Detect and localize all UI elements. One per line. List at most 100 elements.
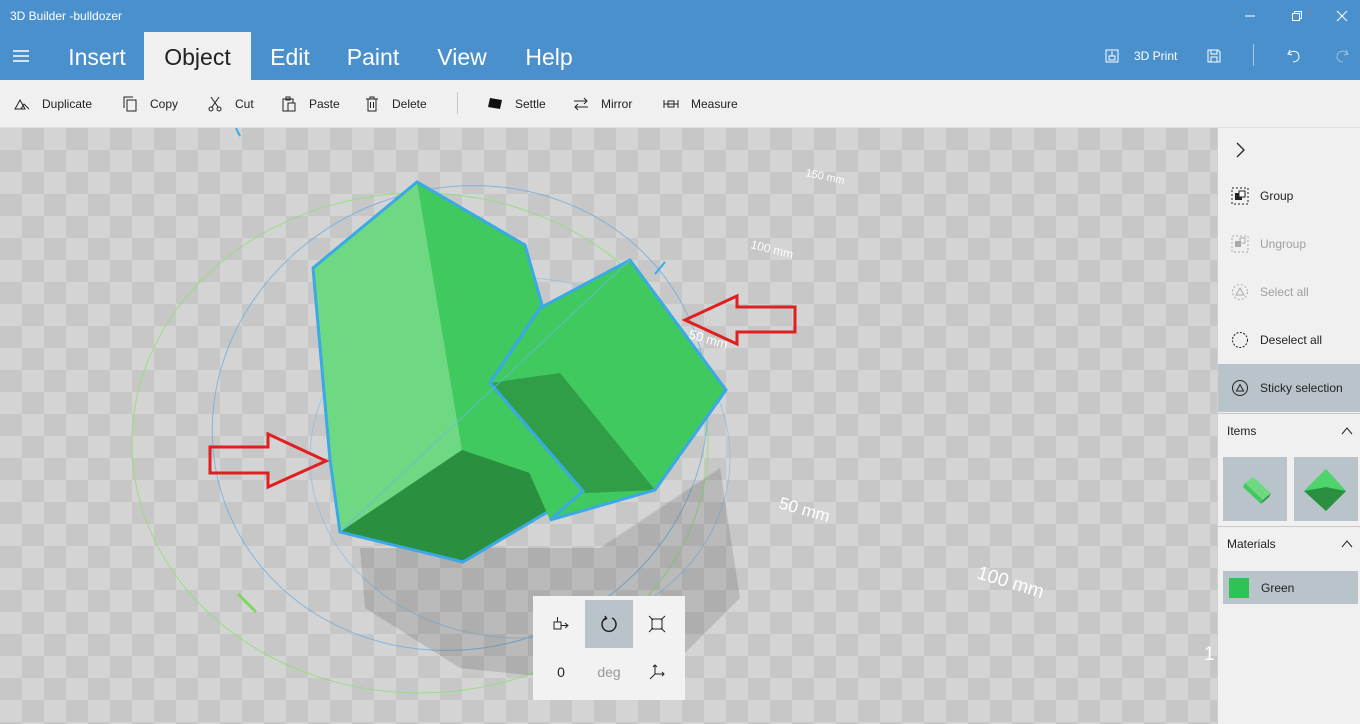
items-title: Items <box>1227 424 1257 438</box>
measure-label: Measure <box>691 97 738 111</box>
delete-button[interactable]: Delete <box>364 80 427 128</box>
undo-icon <box>1287 49 1300 63</box>
duplicate-button[interactable]: Duplicate <box>14 80 92 128</box>
green-axis-handle[interactable] <box>236 592 258 614</box>
item-thumbnail-box[interactable] <box>1223 457 1287 521</box>
ungroup-icon <box>1231 235 1249 253</box>
select-all-button[interactable]: Select all <box>1218 268 1360 316</box>
cut-button[interactable]: Cut <box>207 80 254 128</box>
3d-print-label: 3D Print <box>1134 49 1178 63</box>
settle-button[interactable]: Settle <box>487 80 546 128</box>
paste-button[interactable]: Paste <box>281 80 340 128</box>
tab-edit[interactable]: Edit <box>255 32 325 80</box>
cube-thumbnail-icon <box>1304 469 1346 511</box>
menu-divider <box>1253 44 1254 66</box>
group-icon <box>1231 187 1249 205</box>
duplicate-icon <box>14 98 30 110</box>
item-thumbnail-cube[interactable] <box>1294 457 1358 521</box>
material-label: Green <box>1261 580 1295 595</box>
minimize-icon <box>1245 15 1255 17</box>
duplicate-label: Duplicate <box>42 97 93 111</box>
redo-button[interactable] <box>1334 32 1350 80</box>
scale-label-100-back: 100 mm <box>749 237 794 261</box>
menu-bar: Insert Object Edit Paint View Help 3D Pr… <box>0 32 1360 80</box>
paste-label: Paste <box>309 97 340 111</box>
scale-mode-button[interactable] <box>633 600 681 648</box>
scissors-icon <box>208 96 222 112</box>
chevron-up-icon <box>1341 540 1353 548</box>
sticky-selection-label: Sticky selection <box>1260 381 1343 395</box>
materials-section-header[interactable]: Materials <box>1218 526 1360 560</box>
3d-print-button[interactable]: 3D Print <box>1104 32 1177 80</box>
tab-view[interactable]: View <box>423 32 501 80</box>
print-3d-icon <box>1105 49 1119 63</box>
chevron-up-icon <box>1341 427 1353 435</box>
items-section-header[interactable]: Items <box>1218 413 1360 447</box>
window-title: 3D Builder -bulldozer <box>10 9 123 23</box>
settle-icon <box>488 98 502 109</box>
rotation-unit: deg <box>597 664 621 680</box>
title-bar: 3D Builder -bulldozer <box>0 0 1360 32</box>
blue-axis-handle-top[interactable] <box>235 128 241 137</box>
material-swatch <box>1229 577 1249 598</box>
rotation-value[interactable]: 0 <box>537 648 585 696</box>
select-all-label: Select all <box>1260 285 1309 299</box>
scale-label-edge: 1 <box>1204 644 1215 665</box>
copy-button[interactable]: Copy <box>122 80 178 128</box>
close-button[interactable] <box>1324 4 1360 28</box>
ruler-icon <box>663 100 679 108</box>
blue-axis-handle-right[interactable] <box>654 261 666 275</box>
tab-help[interactable]: Help <box>511 32 587 80</box>
annotation-arrow-right <box>208 431 330 490</box>
redo-icon <box>1336 49 1349 63</box>
scale-label-150: 150 mm <box>804 167 845 187</box>
cut-label: Cut <box>235 97 254 111</box>
trash-icon <box>366 96 378 112</box>
group-button[interactable]: Group <box>1218 172 1360 220</box>
ungroup-label: Ungroup <box>1260 237 1307 251</box>
rotate-mode-button[interactable] <box>585 600 633 648</box>
undo-button[interactable] <box>1286 32 1302 80</box>
save-button[interactable] <box>1206 32 1222 80</box>
save-icon <box>1207 49 1221 63</box>
minimize-button[interactable] <box>1232 4 1268 28</box>
restore-icon <box>1292 11 1302 21</box>
box-thumbnail-icon <box>1243 477 1271 504</box>
axis-icon <box>649 664 665 680</box>
object-toolbar: Duplicate Copy Cut Paste Delete Settle M… <box>0 80 1360 128</box>
deselect-all-label: Deselect all <box>1260 333 1323 347</box>
move-icon <box>553 617 569 630</box>
deselect-all-button[interactable]: Deselect all <box>1218 316 1360 364</box>
group-label: Group <box>1260 189 1294 203</box>
delete-label: Delete <box>392 97 427 111</box>
tab-insert[interactable]: Insert <box>52 32 142 80</box>
tab-paint[interactable]: Paint <box>333 32 413 80</box>
scale-label-100-front: 100 mm <box>975 563 1047 603</box>
tab-object[interactable]: Object <box>144 32 251 80</box>
hamburger-menu-icon[interactable] <box>10 46 32 66</box>
material-item-green[interactable]: Green <box>1223 571 1358 604</box>
copy-label: Copy <box>150 97 179 111</box>
mirror-label: Mirror <box>601 97 633 111</box>
mirror-button[interactable]: Mirror <box>573 80 632 128</box>
select-all-icon <box>1232 284 1248 300</box>
sticky-selection-icon <box>1232 380 1248 396</box>
ungroup-button[interactable]: Ungroup <box>1218 220 1360 268</box>
3d-viewport[interactable]: 150 mm 100 mm 50 mm 50 mm 100 mm 1 0 deg <box>0 128 1217 724</box>
deselect-icon <box>1232 332 1248 348</box>
measure-button[interactable]: Measure <box>663 80 738 128</box>
restore-button[interactable] <box>1279 4 1315 28</box>
move-mode-button[interactable] <box>537 600 585 648</box>
toolbar-divider <box>457 92 458 114</box>
mirror-icon <box>574 97 588 111</box>
collapse-panel-icon[interactable] <box>1234 142 1246 158</box>
materials-title: Materials <box>1227 537 1276 551</box>
scale-icon <box>648 615 666 633</box>
sticky-selection-button[interactable]: Sticky selection <box>1218 364 1360 412</box>
axis-mode-button[interactable] <box>633 648 681 696</box>
close-icon <box>1336 10 1348 22</box>
rotate-icon <box>601 615 617 633</box>
copy-icon <box>123 96 137 112</box>
scale-label-50-front: 50 mm <box>777 494 832 527</box>
transform-panel: 0 deg <box>533 596 685 700</box>
